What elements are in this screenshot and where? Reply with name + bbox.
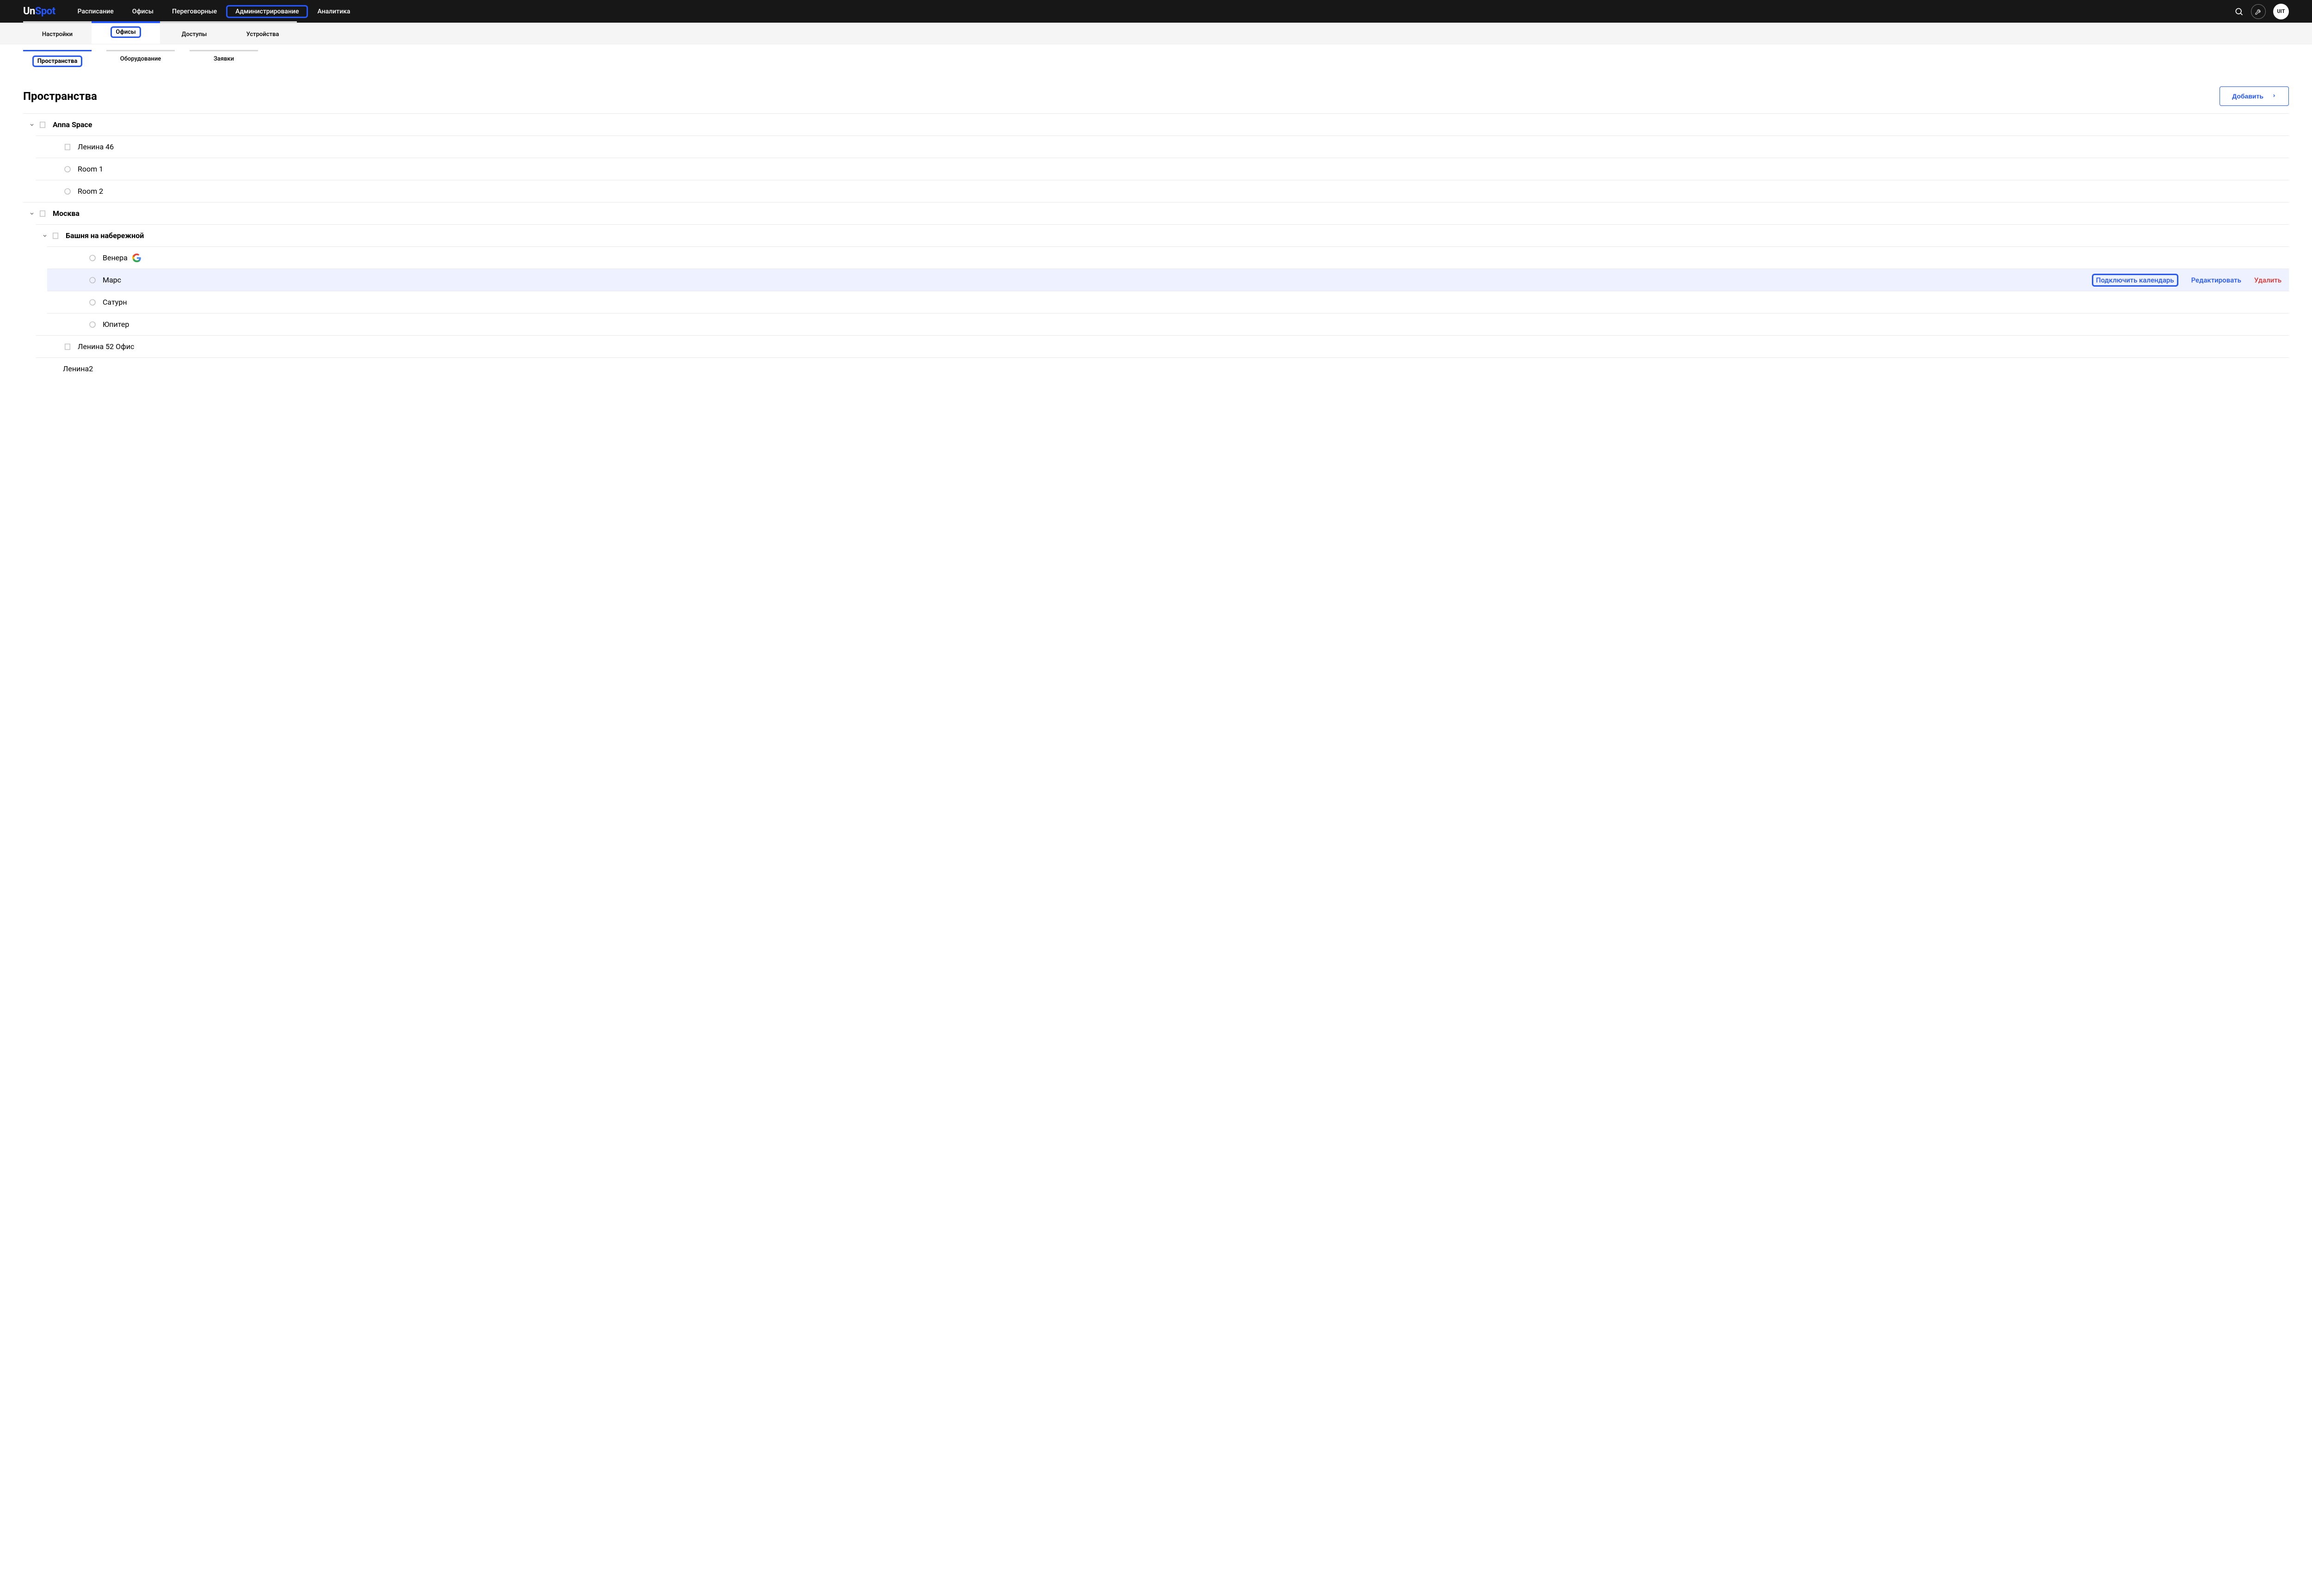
tree-label: Room 1 — [78, 165, 103, 173]
tab-spaces[interactable]: Пространства — [23, 50, 92, 67]
building-icon — [39, 210, 46, 217]
tab-access[interactable]: Доступы — [160, 23, 228, 44]
tree-label: Венера — [103, 253, 128, 262]
chevron-down-icon[interactable] — [42, 233, 48, 239]
chevron-down-icon[interactable] — [29, 210, 35, 217]
logo-part2: Spot — [35, 6, 55, 17]
tree-node-jupiter[interactable]: Юпитер — [47, 313, 2289, 335]
room-icon — [89, 276, 96, 284]
tab-offices[interactable]: Офисы — [92, 23, 160, 44]
avatar[interactable]: UIT — [2273, 4, 2289, 19]
edit-button[interactable]: Редактировать — [2191, 276, 2241, 284]
tree-node-mars[interactable]: Марс Подключить календарь Редактировать … — [47, 269, 2289, 291]
room-icon — [89, 254, 96, 262]
tree-node-anna-space[interactable]: Anna Space — [23, 113, 2289, 135]
nav-schedule[interactable]: Расписание — [68, 5, 123, 18]
add-button[interactable]: Добавить — [2220, 86, 2289, 106]
tree-label: Ленина 52 Офис — [78, 342, 134, 351]
subtabs-secondary: Пространства Оборудование Заявки — [0, 50, 2312, 67]
tree-node-lenina52[interactable]: Ленина 52 Офис — [36, 335, 2289, 357]
google-icon — [132, 253, 141, 263]
nav-meeting-rooms[interactable]: Переговорные — [163, 5, 226, 18]
tree-node-tower[interactable]: Башня на набережной — [36, 224, 2289, 246]
tree-node-saturn[interactable]: Сатурн — [47, 291, 2289, 313]
tab-offices-label: Офисы — [111, 26, 141, 38]
tab-devices[interactable]: Устройства — [228, 23, 297, 44]
settings-icon[interactable] — [2251, 4, 2266, 19]
tree-node-lenina46[interactable]: Ленина 46 — [36, 135, 2289, 158]
page-title: Пространства — [23, 90, 97, 103]
tree-node-room1[interactable]: Room 1 — [36, 158, 2289, 180]
nav-administration[interactable]: Администрирование — [226, 5, 308, 18]
logo-part1: Un — [23, 6, 35, 17]
logo[interactable]: UnSpot — [23, 6, 55, 17]
room-icon — [89, 299, 96, 306]
search-icon[interactable] — [2234, 7, 2244, 16]
row-actions: Подключить календарь Редактировать Удали… — [2092, 274, 2289, 287]
subtabs-primary: Настройки Офисы Доступы Устройства — [0, 23, 2312, 44]
tab-equipment-label: Оборудование — [120, 55, 161, 62]
tab-settings[interactable]: Настройки — [23, 23, 92, 44]
tree-label: Юпитер — [103, 320, 129, 329]
tree-label: Ленина 46 — [78, 142, 114, 151]
building-icon — [39, 121, 46, 129]
tab-equipment[interactable]: Оборудование — [106, 50, 175, 62]
tab-spaces-label: Пространства — [32, 55, 83, 67]
tree-label: Ленина2 — [63, 364, 93, 373]
room-icon — [64, 166, 71, 173]
building-icon — [52, 232, 59, 239]
tree-label: Москва — [53, 209, 80, 218]
chevron-down-icon[interactable] — [29, 122, 35, 128]
tree-label: Башня на набережной — [66, 231, 144, 240]
tree-node-moscow[interactable]: Москва — [23, 202, 2289, 224]
spaces-tree: Anna Space Ленина 46 Room 1 Room 2 Москв… — [0, 113, 2312, 398]
delete-button[interactable]: Удалить — [2254, 276, 2281, 284]
room-icon — [89, 321, 96, 328]
connect-calendar-button[interactable]: Подключить календарь — [2092, 274, 2178, 287]
tree-label: Марс — [103, 276, 121, 284]
tree-node-venus[interactable]: Венера — [47, 246, 2289, 269]
topbar-left: UnSpot Расписание Офисы Переговорные Адм… — [23, 5, 359, 18]
tab-devices-label: Устройства — [246, 31, 279, 38]
tree-label: Anna Space — [53, 120, 92, 129]
chevron-right-icon — [2272, 92, 2276, 100]
topbar-right: UIT — [2234, 4, 2289, 19]
tab-access-label: Доступы — [182, 31, 207, 38]
tree-node-room2[interactable]: Room 2 — [36, 180, 2289, 202]
topbar: UnSpot Расписание Офисы Переговорные Адм… — [0, 0, 2312, 23]
nav-analytics[interactable]: Аналитика — [308, 5, 359, 18]
tab-requests[interactable]: Заявки — [190, 50, 258, 62]
nav-links: Расписание Офисы Переговорные Администри… — [68, 5, 360, 18]
room-icon — [64, 188, 71, 195]
building-icon — [64, 343, 71, 350]
tab-settings-label: Настройки — [42, 31, 73, 38]
tree-label: Сатурн — [103, 298, 127, 307]
tree-node-lenina2[interactable]: Ленина2 — [36, 357, 2289, 380]
nav-offices[interactable]: Офисы — [123, 5, 163, 18]
building-icon — [64, 143, 71, 151]
add-button-label: Добавить — [2232, 92, 2263, 100]
tree-label: Room 2 — [78, 187, 103, 196]
tab-requests-label: Заявки — [214, 55, 234, 62]
page-header: Пространства Добавить — [0, 67, 2312, 113]
